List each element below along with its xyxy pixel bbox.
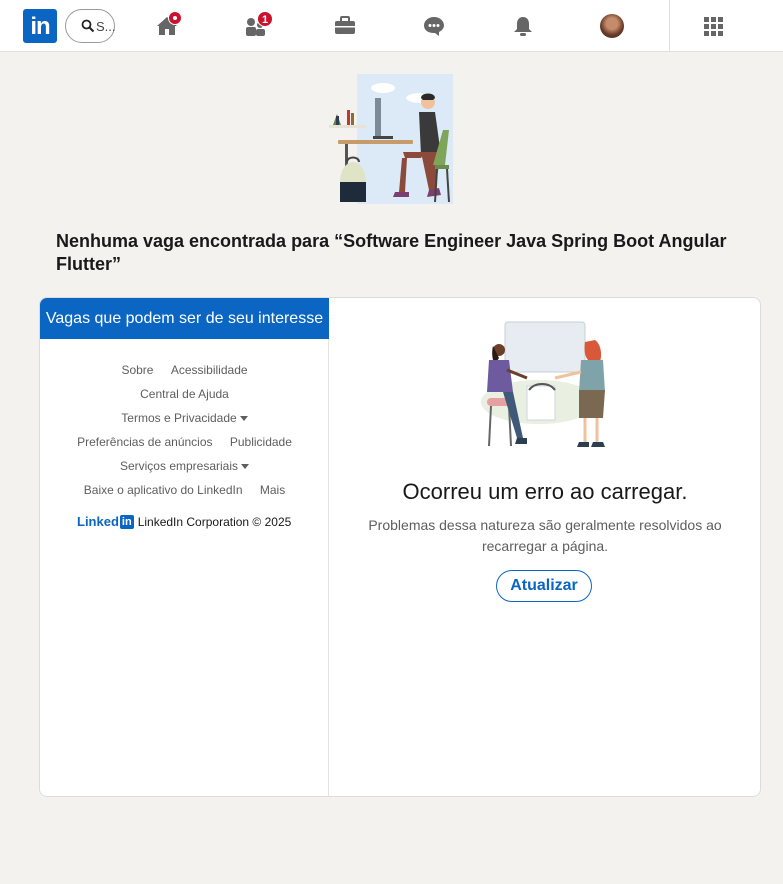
people-at-screen-illustration bbox=[481, 321, 605, 447]
footer-link-mais[interactable]: Mais bbox=[260, 483, 285, 497]
footer-link-aplicativo[interactable]: Baixe o aplicativo do LinkedIn bbox=[84, 483, 243, 497]
footer-link-servicos[interactable]: Serviços empresariais bbox=[119, 459, 250, 473]
nav-home[interactable] bbox=[154, 11, 182, 39]
wordmark-in: in bbox=[119, 514, 134, 529]
footer-link-acessibilidade[interactable]: Acessibilidade bbox=[171, 363, 248, 377]
footer-link-servicos-label: Serviços empresariais bbox=[119, 459, 239, 473]
avatar[interactable] bbox=[600, 14, 624, 38]
footer-link-publicidade[interactable]: Publicidade bbox=[230, 435, 292, 449]
wordmark-text: Linked bbox=[77, 514, 119, 529]
left-panel: Vagas que podem ser de seu interesse Sob… bbox=[40, 298, 329, 796]
suggested-jobs-header[interactable]: Vagas que podem ser de seu interesse bbox=[40, 298, 329, 339]
briefcase-icon bbox=[335, 16, 355, 34]
apps-grid-icon[interactable] bbox=[704, 17, 723, 36]
linkedin-wordmark-logo: Linked in bbox=[77, 514, 134, 529]
message-icon bbox=[424, 17, 444, 36]
nav-jobs[interactable] bbox=[332, 13, 358, 39]
error-description: Problemas dessa natureza são geralmente … bbox=[368, 517, 722, 554]
top-nav: in S... 1 bbox=[0, 0, 783, 52]
nav-network[interactable]: 1 bbox=[243, 11, 273, 39]
search-placeholder: S... bbox=[96, 19, 116, 34]
copyright-text: LinkedIn Corporation © 2025 bbox=[137, 514, 292, 529]
search-input[interactable]: S... bbox=[65, 9, 116, 43]
results-card: Vagas que podem ser de seu interesse Sob… bbox=[39, 297, 761, 797]
footer-link-preferencias[interactable]: Preferências de anúncios bbox=[77, 435, 212, 449]
footer-link-termos-label: Termos e Privacidade bbox=[121, 411, 237, 425]
footer-link-sobre[interactable]: Sobre bbox=[121, 363, 153, 377]
person-at-desk-illustration bbox=[329, 74, 453, 204]
copyright: Linked in LinkedIn Corporation © 2025 bbox=[77, 514, 291, 529]
nav-messaging[interactable] bbox=[421, 13, 447, 39]
chevron-down-icon bbox=[241, 464, 250, 470]
nav-notifications[interactable] bbox=[510, 13, 536, 39]
bell-icon bbox=[514, 17, 532, 36]
reload-button[interactable]: Atualizar bbox=[496, 570, 592, 602]
nav-divider bbox=[669, 0, 670, 52]
search-icon bbox=[81, 19, 95, 33]
footer-links: Sobre Acessibilidade Central de Ajuda Te… bbox=[40, 358, 329, 502]
chevron-down-icon bbox=[239, 416, 248, 422]
error-title: Ocorreu um erro ao carregar. bbox=[402, 479, 688, 504]
linkedin-logo[interactable]: in bbox=[23, 9, 57, 43]
error-panel: Ocorreu um erro ao carregar. Problemas d… bbox=[329, 298, 760, 796]
footer-link-termos[interactable]: Termos e Privacidade bbox=[121, 411, 248, 425]
page-title: Nenhuma vaga encontrada para “Software E… bbox=[56, 231, 727, 274]
footer-link-ajuda[interactable]: Central de Ajuda bbox=[140, 387, 229, 401]
network-badge: 1 bbox=[257, 11, 273, 27]
notification-dot bbox=[168, 11, 182, 25]
